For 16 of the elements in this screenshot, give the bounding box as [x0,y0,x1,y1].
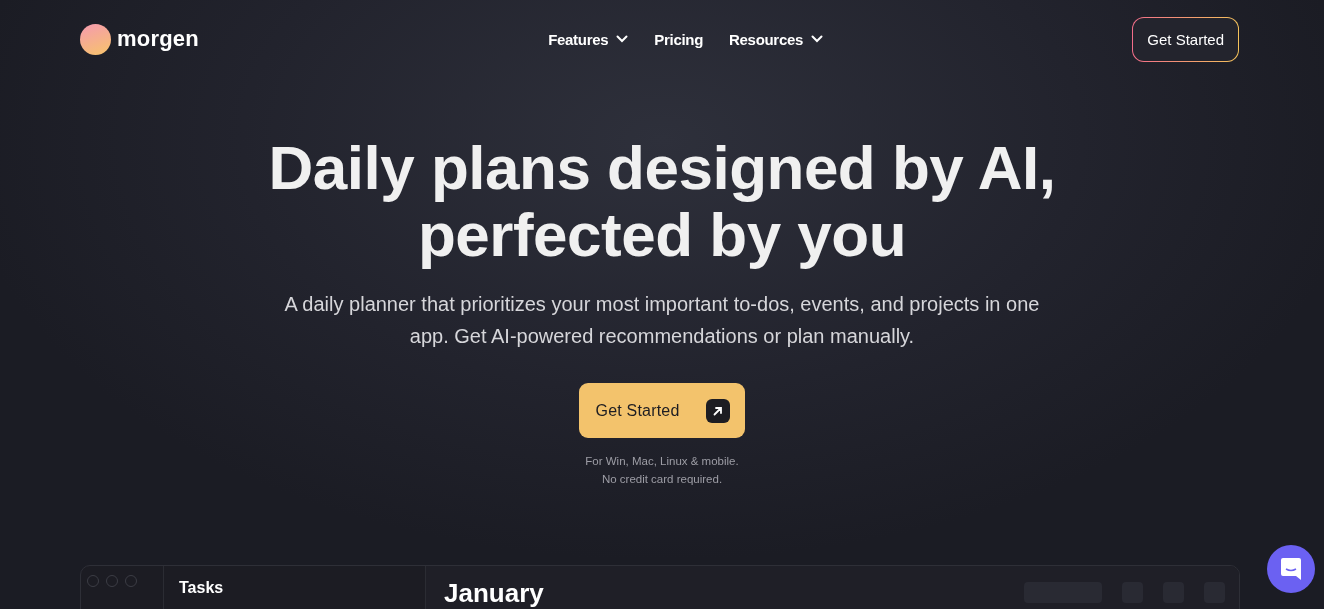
nav-link[interactable]: Pricing [654,30,703,48]
nav-link[interactable]: Features [548,30,629,48]
chat-icon [1280,557,1302,581]
hero-subtitle: A daily planner that prioritizes your most important to-dos, events, and projects in one app. Get AI-powered recommendations or plan manually. [283,292,1041,349]
get-started-button[interactable]: Get Started [579,383,745,438]
get-started-button[interactable]: Get Started [1132,16,1239,62]
hero-title: Daily plans designed by AI, perfected by you [268,134,1056,268]
chevron-down-icon [616,35,629,43]
note-text: No credit card required. [600,472,724,487]
nav-link[interactable]: Resources [729,30,824,48]
logo-icon[interactable] [80,23,111,55]
month-title: January [444,578,544,609]
chevron-down-icon [811,35,824,43]
brand-name[interactable]: morgen [117,26,199,52]
chat-button[interactable] [1267,545,1315,593]
note-text: For Win, Mac, Linux & mobile. [585,454,739,469]
